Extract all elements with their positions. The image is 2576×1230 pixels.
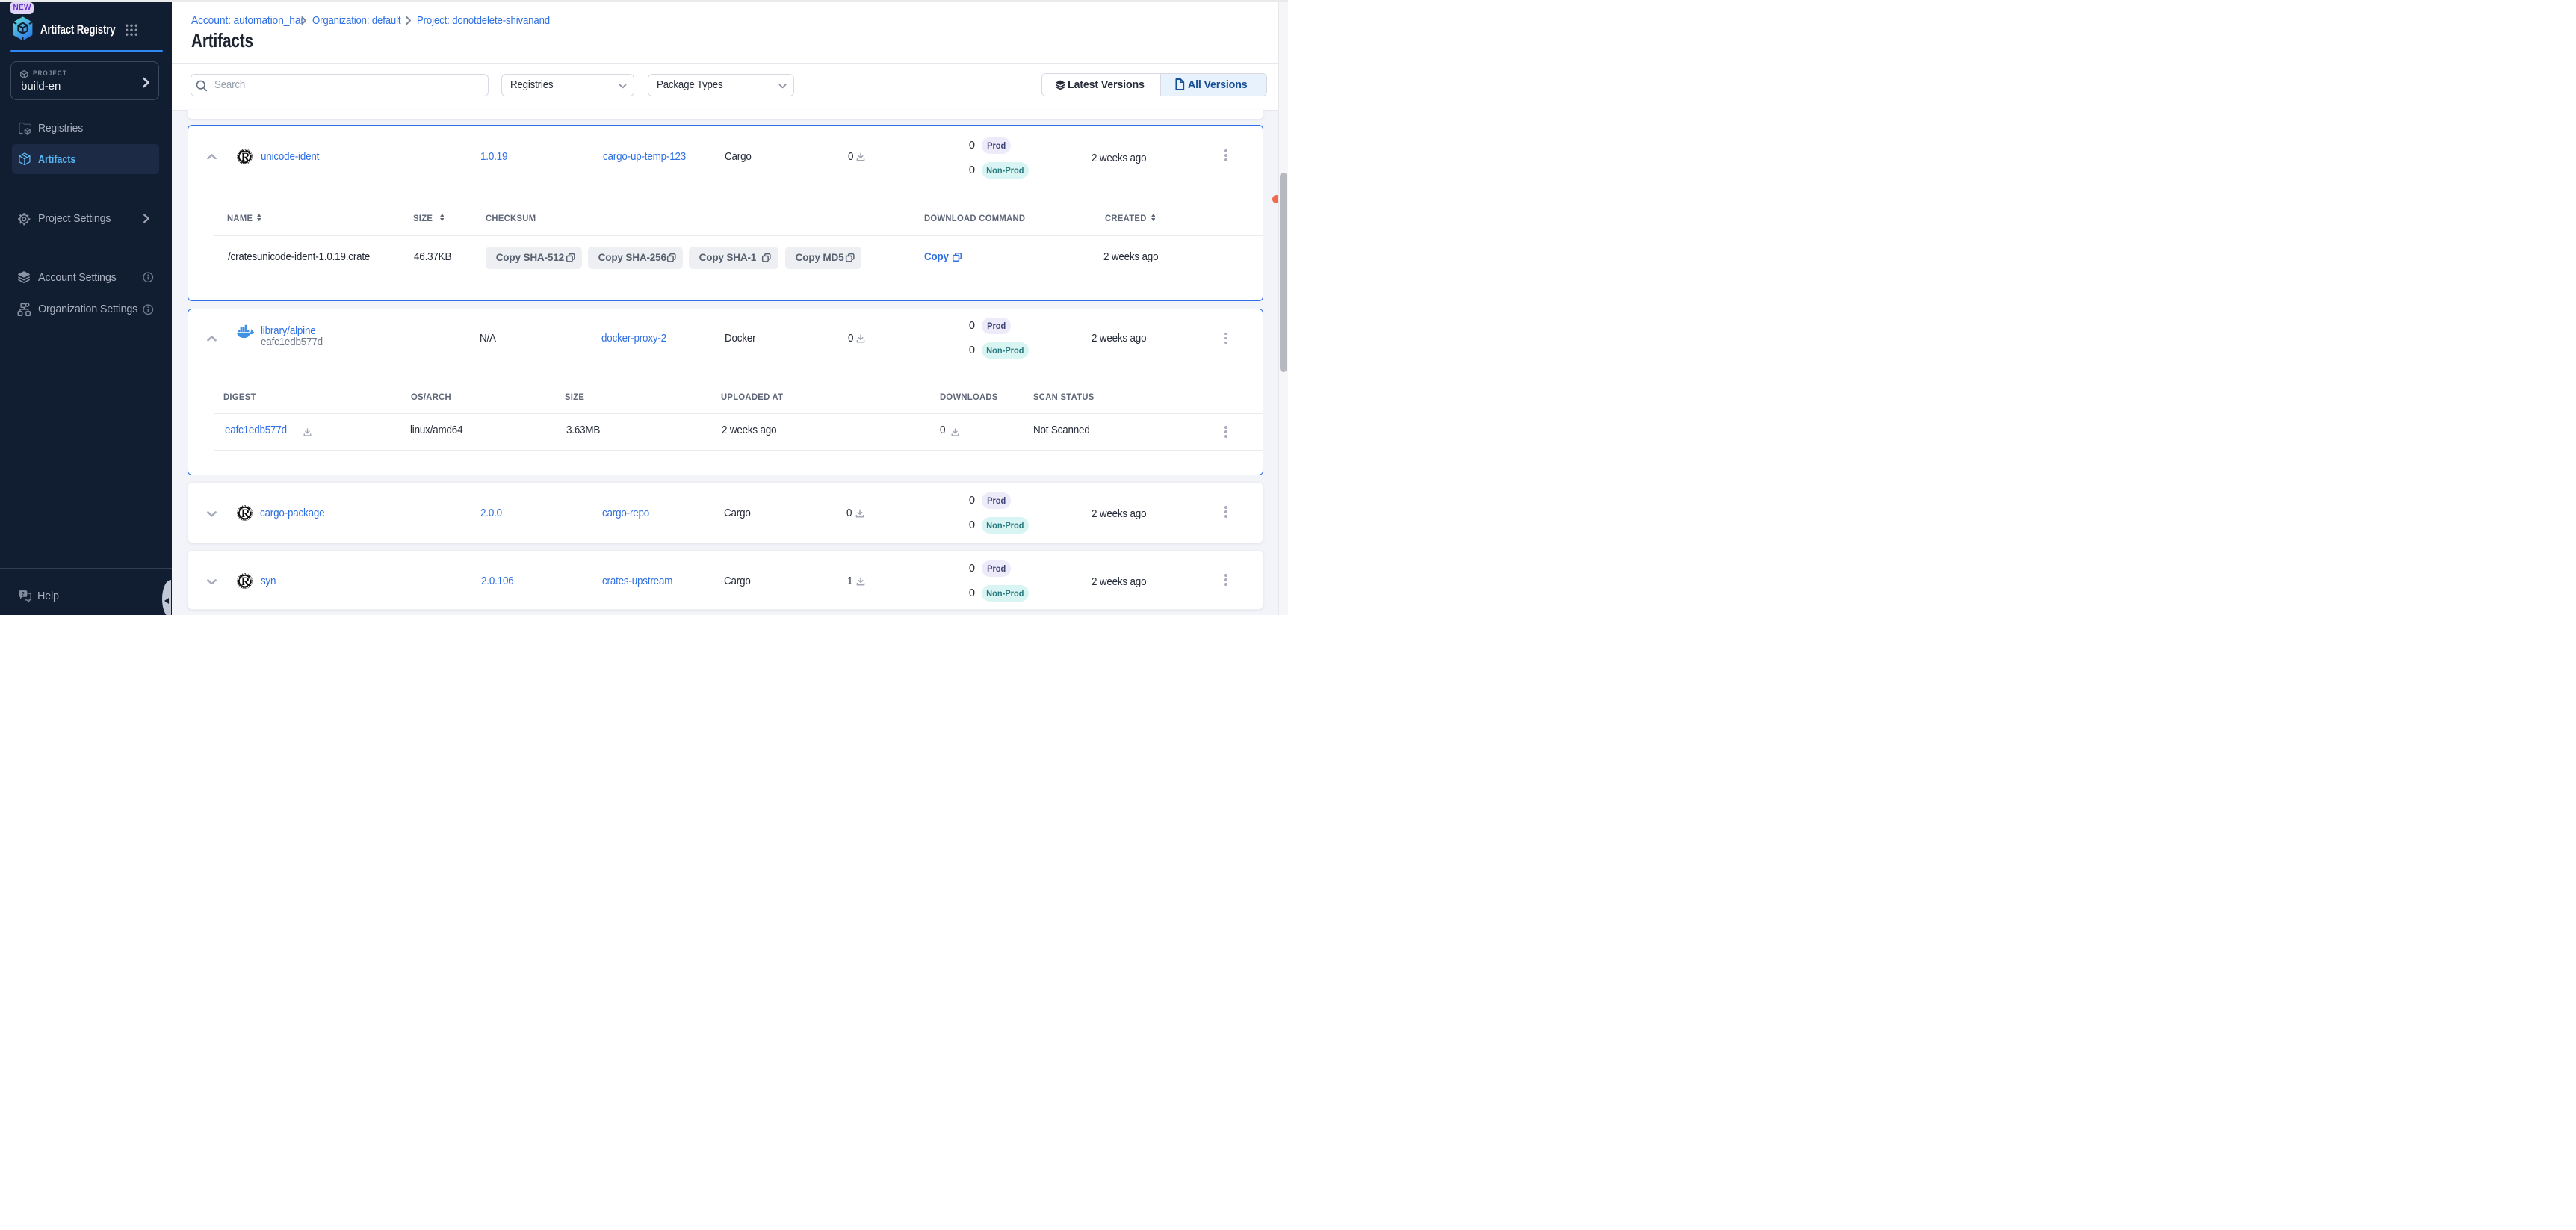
svg-text:?: ? (22, 590, 25, 597)
